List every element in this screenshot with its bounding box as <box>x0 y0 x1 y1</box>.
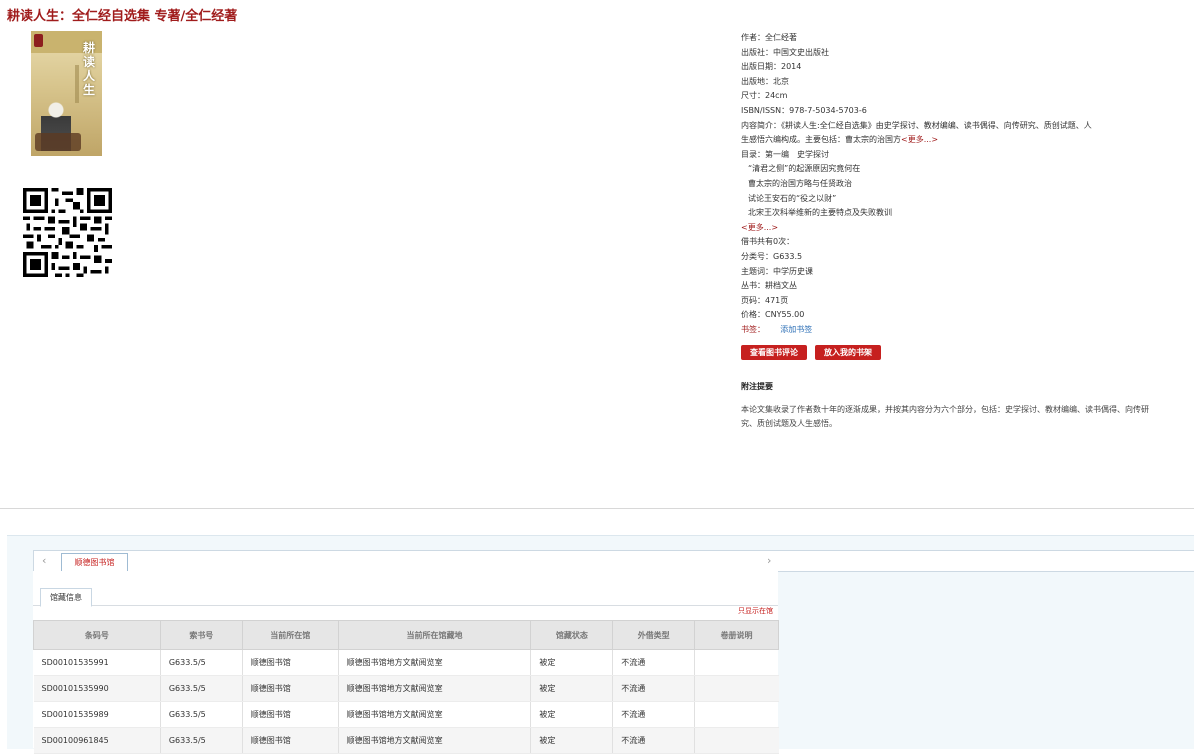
cell-location: 顺德图书馆地方文献阅览室 <box>338 675 532 702</box>
summary-more-link[interactable]: <更多...> <box>901 135 938 144</box>
cell-loan-type: 不流通 <box>612 727 696 754</box>
table-row: SD00100961845 G633.5/5 顺德图书馆 顺德图书馆地方文献阅览… <box>33 727 779 754</box>
cell-barcode: SD00100961845 <box>33 727 161 754</box>
book-cover-image: 耕读人生 <box>31 31 102 156</box>
tab-holdings-info[interactable]: 馆藏信息 <box>40 588 92 607</box>
cell-barcode: SD00101535991 <box>33 649 161 676</box>
info-class-no: 分类号：G633.5 <box>741 251 803 261</box>
table-row: SD00101535989 G633.5/5 顺德图书馆 顺德图书馆地方文献阅览… <box>33 701 779 728</box>
info-price: 价格：CNY55.00 <box>741 310 805 320</box>
cell-location: 顺德图书馆地方文献阅览室 <box>338 649 532 676</box>
toc-item: “清君之侧”的起源原因究竟何在 <box>748 164 861 174</box>
info-size: 尺寸：24cm <box>741 91 788 101</box>
info-pages: 页码：471页 <box>741 295 789 305</box>
bookmark-label: 书签： <box>741 324 765 334</box>
cell-call-number: G633.5/5 <box>160 675 243 702</box>
col-status: 馆藏状态 <box>530 620 614 650</box>
toc-more-link[interactable]: <更多...> <box>741 221 1161 236</box>
cell-loan-type: 不流通 <box>612 701 696 728</box>
holdings-table: 条码号 索书号 当前所在馆 当前所在馆藏地 馆藏状态 外借类型 卷册说明 SD0… <box>33 620 779 754</box>
col-barcode: 条码号 <box>33 620 161 650</box>
tab-prev-arrow-icon[interactable]: ‹ <box>42 554 46 567</box>
toc-item: 试论王安石的“役之以财” <box>748 193 837 203</box>
book-info-panel: 作者：全仁经著 出版社：中国文史出版社 出版日期：2014 出版地：北京 尺寸：… <box>741 31 1161 337</box>
info-publisher: 出版社：中国文史出版社 <box>741 47 829 57</box>
cell-status: 被定 <box>530 675 614 702</box>
info-isbn: ISBN/ISSN：978-7-5034-5703-6 <box>741 105 867 115</box>
section-divider <box>0 508 1194 509</box>
qr-code-icon <box>23 188 112 277</box>
cell-library: 顺德图书馆 <box>242 701 339 728</box>
cell-volume <box>694 701 779 728</box>
cell-status: 被定 <box>530 649 614 676</box>
cell-call-number: G633.5/5 <box>160 649 243 676</box>
cell-location: 顺德图书馆地方文献阅览室 <box>338 701 532 728</box>
cover-seal-icon <box>34 34 43 47</box>
toc-item: 北宋王次科举维新的主要特点及失败教训 <box>748 208 892 218</box>
info-summary: 内容简介：《耕读人生:全仁经自选集》由史学探讨、教材编编、读书偶得、向传研究、质… <box>741 120 1092 130</box>
toc-item: 曹太宗的治国方略与任贤政治 <box>748 178 852 188</box>
cell-library: 顺德图书馆 <box>242 675 339 702</box>
info-subject: 主题词：中学历史课 <box>741 266 813 276</box>
tab-next-arrow-icon[interactable]: › <box>767 554 771 567</box>
info-borrow-count: 借书共有0次： <box>741 237 795 247</box>
col-library: 当前所在馆 <box>241 620 339 650</box>
info-toc: 目录：第一编 史学探讨 <box>741 149 829 159</box>
table-row: SD00101535991 G633.5/5 顺德图书馆 顺德图书馆地方文献阅览… <box>33 649 779 676</box>
cell-barcode: SD00101535989 <box>33 701 161 728</box>
summary-text: 生感悟六编构成。主要包括：曹太宗的治国方 <box>741 135 901 145</box>
info-bookmark: 书签： 添加书签 <box>741 323 1161 338</box>
only-in-library-link[interactable]: 只显示在馆 <box>738 606 773 616</box>
cell-volume <box>694 649 779 676</box>
col-call-number: 索书号 <box>159 620 243 650</box>
subtab-line <box>33 605 778 606</box>
col-volume: 卷册说明 <box>694 620 779 650</box>
col-loan-type: 外借类型 <box>612 620 696 650</box>
cover-title: 耕读人生 <box>83 41 96 97</box>
cell-call-number: G633.5/5 <box>160 727 243 754</box>
notes-heading: 附注提要 <box>741 382 773 391</box>
cell-library: 顺德图书馆 <box>242 727 339 754</box>
info-summary-cont: 生感悟六编构成。主要包括：曹太宗的治国方<更多...> <box>741 133 1161 148</box>
cell-location: 顺德图书馆地方文献阅览室 <box>338 727 532 754</box>
cell-status: 被定 <box>530 727 614 754</box>
tab-library[interactable]: 顺德图书馆 <box>61 553 128 571</box>
cell-loan-type: 不流通 <box>612 675 696 702</box>
table-row: SD00101535990 G633.5/5 顺德图书馆 顺德图书馆地方文献阅览… <box>33 675 779 702</box>
cell-volume <box>694 675 779 702</box>
info-author: 作者：全仁经著 <box>741 33 797 42</box>
cell-volume <box>694 727 779 754</box>
cover-bench-figure <box>35 133 81 151</box>
page-title: 耕读人生：全仁经自选集 专著/全仁经著 <box>7 9 238 24</box>
info-pub-place: 出版地：北京 <box>741 76 789 86</box>
add-bookmark-link[interactable]: 添加书签 <box>780 325 812 334</box>
cell-loan-type: 不流通 <box>612 649 696 676</box>
cell-status: 被定 <box>530 701 614 728</box>
cell-call-number: G633.5/5 <box>160 701 243 728</box>
col-location: 当前所在馆藏地 <box>337 620 532 650</box>
notes-text: 本论文集收录了作者数十年的逐渐成果，并按其内容分为六个部分，包括：史学探讨、教材… <box>741 405 1149 428</box>
add-to-shelf-button[interactable]: 放入我的书架 <box>815 345 881 360</box>
library-tab-bar: ‹ › <box>33 550 1194 572</box>
cell-barcode: SD00101535990 <box>33 675 161 702</box>
view-reviews-button[interactable]: 查看图书评论 <box>741 345 807 360</box>
info-series: 丛书：耕档文丛 <box>741 281 797 291</box>
cover-subtitle-strip <box>75 65 79 103</box>
info-pub-date: 出版日期：2014 <box>741 62 802 72</box>
cell-library: 顺德图书馆 <box>242 649 339 676</box>
action-buttons: 查看图书评论 放入我的书架 <box>741 345 881 360</box>
